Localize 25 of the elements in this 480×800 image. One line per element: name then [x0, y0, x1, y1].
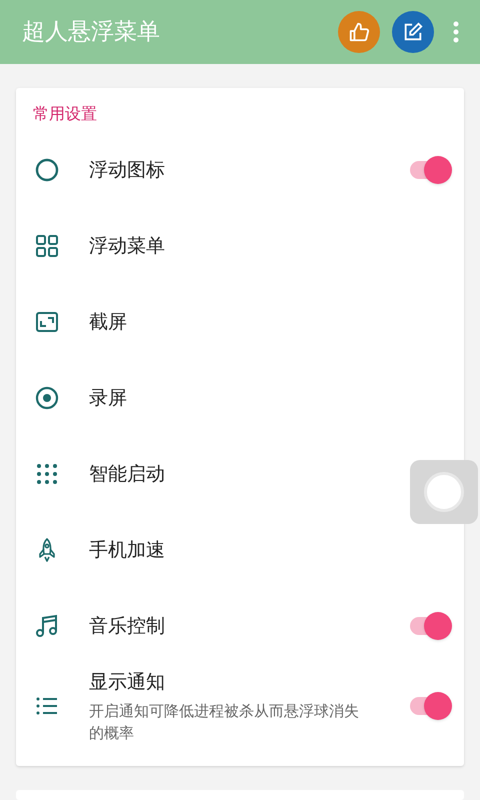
- item-label: 浮动菜单: [89, 234, 166, 259]
- screenshot-icon: [35, 310, 59, 334]
- item-description: 开启通知可降低进程被杀从而悬浮球消失的概率: [89, 701, 360, 744]
- item-label: 智能启动: [89, 462, 166, 487]
- grid-icon: [35, 234, 59, 258]
- thumbs-up-icon: [348, 21, 370, 43]
- item-label: 音乐控制: [89, 614, 166, 639]
- edit-icon: [402, 21, 424, 43]
- edit-button[interactable]: [392, 11, 434, 53]
- record-icon: [35, 386, 59, 410]
- toggle-switch[interactable]: [408, 156, 452, 184]
- item-label: 手机加速: [89, 538, 166, 563]
- app-title: 超人悬浮菜单: [22, 18, 161, 47]
- item-label: 截屏: [89, 310, 128, 335]
- item-label: 录屏: [89, 386, 128, 411]
- section-header: 常用设置: [32, 103, 98, 125]
- music-note-icon: [35, 614, 59, 638]
- toggle-switch[interactable]: [408, 692, 452, 720]
- more-icon: [453, 21, 459, 43]
- circle-icon: [35, 158, 59, 182]
- like-button[interactable]: [338, 11, 380, 53]
- dots-grid-icon: [35, 462, 59, 486]
- item-label: 显示通知: [89, 670, 166, 695]
- toggle-switch[interactable]: [408, 612, 452, 640]
- item-label: 浮动图标: [89, 158, 166, 183]
